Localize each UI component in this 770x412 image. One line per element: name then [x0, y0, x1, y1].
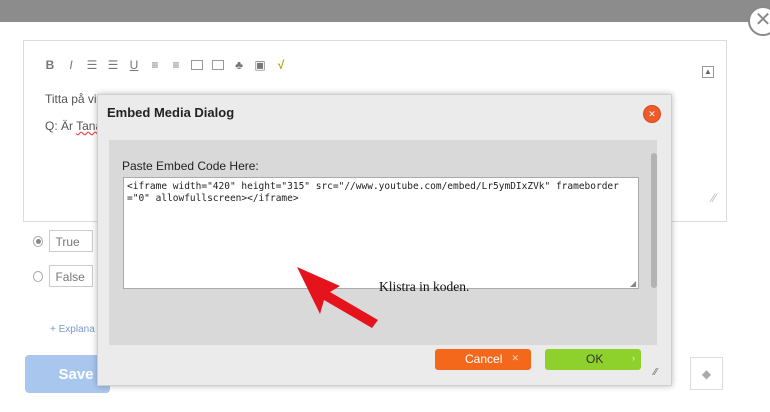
- textarea-resize-handle[interactable]: ◢: [630, 279, 636, 288]
- numbered-list-icon[interactable]: ☰: [107, 58, 119, 72]
- ok-chevron-icon: ›: [632, 353, 635, 363]
- embed-media-dialog: Embed Media Dialog ✕ Paste Embed Code He…: [97, 94, 672, 386]
- window-topbar: [0, 0, 770, 22]
- answer-option-true[interactable]: True: [33, 230, 93, 252]
- editor-resize-handle[interactable]: ⁄⁄: [712, 191, 716, 205]
- italic-icon[interactable]: I: [65, 58, 77, 72]
- red-arrow-icon: [297, 267, 378, 328]
- editor-text-line-2: Q: Är Tana: [45, 119, 103, 133]
- dialog-close-icon[interactable]: ✕: [643, 105, 661, 123]
- cancel-label: Cancel: [465, 352, 503, 366]
- editor-text-line-1: Titta på vid: [45, 92, 104, 106]
- formula-icon[interactable]: √: [275, 58, 287, 72]
- align-left-icon[interactable]: ≡: [149, 58, 161, 72]
- radio-true[interactable]: [33, 235, 44, 247]
- image-icon[interactable]: [212, 60, 224, 70]
- tag-icon[interactable]: ◆: [690, 357, 723, 390]
- ok-label: OK: [586, 352, 604, 366]
- cancel-x-icon: ✕: [511, 353, 519, 363]
- paste-embed-label: Paste Embed Code Here:: [122, 159, 259, 173]
- dialog-title: Embed Media Dialog: [107, 105, 235, 120]
- editor-toolbar: B I ☰ ☰ U ≡ ≡ ♣ ▣ √: [44, 54, 287, 76]
- dialog-body: Paste Embed Code Here: <iframe width="42…: [109, 140, 657, 345]
- underline-icon[interactable]: U: [128, 58, 140, 72]
- bulleted-list-icon[interactable]: ☰: [86, 58, 98, 72]
- ok-button[interactable]: OK ›: [545, 349, 641, 370]
- answer-label-true[interactable]: True: [49, 230, 93, 252]
- add-explanation-link[interactable]: + Explana: [50, 324, 95, 335]
- media-icon[interactable]: ♣: [233, 58, 245, 72]
- annotation-text: Klistra in koden.: [379, 279, 470, 294]
- table-icon[interactable]: [191, 60, 203, 70]
- cancel-button[interactable]: Cancel ✕: [435, 349, 531, 370]
- align-right-icon[interactable]: ≡: [170, 58, 182, 72]
- answer-label-false[interactable]: False: [49, 265, 93, 287]
- bold-icon[interactable]: B: [44, 58, 56, 72]
- dialog-scrollbar[interactable]: [651, 153, 657, 288]
- dialog-resize-handle[interactable]: ⁄⁄: [654, 367, 657, 378]
- attach-icon[interactable]: ▣: [254, 58, 266, 72]
- radio-false[interactable]: [33, 270, 44, 282]
- answer-option-false[interactable]: False: [33, 265, 93, 287]
- close-window-icon[interactable]: ✕: [748, 6, 770, 36]
- expand-editor-icon[interactable]: ▲: [702, 66, 714, 78]
